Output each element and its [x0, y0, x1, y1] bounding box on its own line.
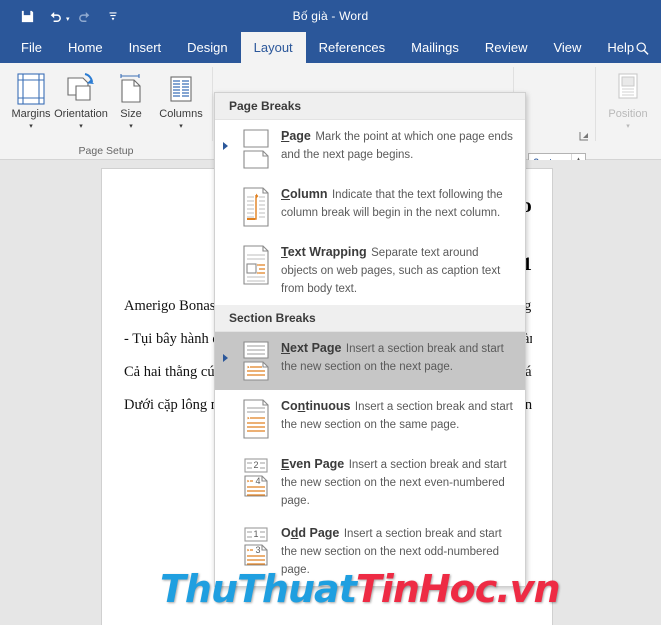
column-break-icon [235, 185, 277, 228]
orientation-button[interactable]: Orientation ▾ [54, 67, 108, 130]
selection-marker-icon [223, 354, 228, 362]
position-button[interactable]: Position ▾ [595, 63, 661, 130]
group-arrange: Position ▾ [595, 63, 661, 159]
menu-item-title: Continuous [281, 399, 351, 413]
watermark-part-1: ThuThuat [160, 567, 357, 611]
columns-button[interactable]: Columns ▾ [156, 67, 206, 130]
tab-view[interactable]: View [540, 32, 594, 63]
columns-caret[interactable]: ▾ [179, 122, 183, 130]
menu-item-title: Next Page [281, 341, 342, 355]
quick-access-toolbar: ▾ [14, 4, 126, 28]
margins-caret[interactable]: ▾ [29, 122, 33, 130]
menu-item-continuous-break[interactable]: Continuous Insert a section break and st… [215, 390, 525, 448]
undo-dropdown-caret[interactable]: ▾ [66, 15, 70, 23]
undo-icon[interactable] [42, 4, 68, 28]
menu-item-title: Text Wrapping [281, 245, 367, 259]
watermark-part-2: TinHoc.vn [355, 567, 561, 611]
page-size-icon [116, 70, 146, 108]
group-divider-1 [212, 67, 213, 141]
ribbon-tabs: File Home Insert Design Layout Reference… [0, 32, 661, 63]
section-breaks-section-header: Section Breaks [215, 305, 525, 332]
menu-item-next-page-break[interactable]: Next Page Insert a section break and sta… [215, 332, 525, 390]
continuous-break-icon [235, 397, 277, 440]
margins-label: Margins [11, 108, 51, 120]
title-bar: ▾ Bố già - Word [0, 0, 661, 32]
page-breaks-section-header: Page Breaks [215, 93, 525, 120]
position-icon [612, 71, 644, 108]
group-page-setup: Margins ▾ Orientation ▾ Size ▾ Columns ▾… [0, 63, 212, 159]
position-label: Position [608, 108, 648, 120]
menu-item-title: Even Page [281, 457, 345, 471]
svg-text:2: 2 [253, 460, 258, 470]
tab-references[interactable]: References [306, 32, 398, 63]
size-label: Size [120, 108, 142, 120]
even-page-break-icon: 2 4 [235, 455, 277, 509]
search-icon[interactable] [631, 37, 653, 59]
site-watermark: ThuThuatTinHoc.vn [160, 567, 561, 611]
margins-icon [15, 70, 47, 108]
columns-icon [166, 70, 196, 108]
menu-item-description: Mark the point at which one page ends an… [281, 131, 513, 161]
menu-item-text-wrapping-break[interactable]: Text Wrapping Separate text around objec… [215, 236, 525, 305]
margins-button[interactable]: Margins ▾ [6, 67, 56, 130]
tab-home[interactable]: Home [55, 32, 116, 63]
svg-text:4: 4 [255, 476, 260, 486]
redo-icon[interactable] [72, 4, 98, 28]
svg-text:1: 1 [253, 529, 258, 539]
tab-layout[interactable]: Layout [240, 32, 306, 63]
menu-item-even-page-break[interactable]: 2 4 Even Page Insert a section break and… [215, 448, 525, 517]
save-icon[interactable] [14, 4, 40, 28]
next-page-break-icon [235, 339, 277, 382]
tab-review[interactable]: Review [472, 32, 541, 63]
tab-insert[interactable]: Insert [116, 32, 175, 63]
menu-item-title: Column [281, 187, 328, 201]
position-caret[interactable]: ▾ [626, 122, 630, 130]
tab-mailings[interactable]: Mailings [398, 32, 472, 63]
tab-design[interactable]: Design [174, 32, 240, 63]
orientation-label: Orientation [54, 108, 108, 120]
page-break-icon [235, 127, 277, 170]
page-setup-group-label: Page Setup [78, 145, 134, 157]
selection-marker-icon [223, 142, 228, 150]
text-wrapping-break-icon [235, 243, 277, 297]
paragraph-dialog-launcher[interactable] [579, 131, 589, 143]
columns-label: Columns [159, 108, 203, 120]
customize-qat-icon[interactable] [100, 4, 126, 28]
size-button[interactable]: Size ▾ [106, 67, 156, 130]
size-caret[interactable]: ▾ [129, 122, 133, 130]
tab-file[interactable]: File [8, 32, 55, 63]
breaks-dropdown-menu[interactable]: Page Breaks Page Mark the point at which… [214, 92, 526, 587]
menu-item-column-break[interactable]: Column Indicate that the text following … [215, 178, 525, 236]
menu-item-title: Odd Page [281, 526, 340, 540]
orientation-icon [64, 70, 98, 108]
svg-text:3: 3 [255, 545, 260, 555]
menu-item-title: Page [281, 129, 311, 143]
menu-item-page-break[interactable]: Page Mark the point at which one page en… [215, 120, 525, 178]
orientation-caret[interactable]: ▾ [79, 122, 83, 130]
